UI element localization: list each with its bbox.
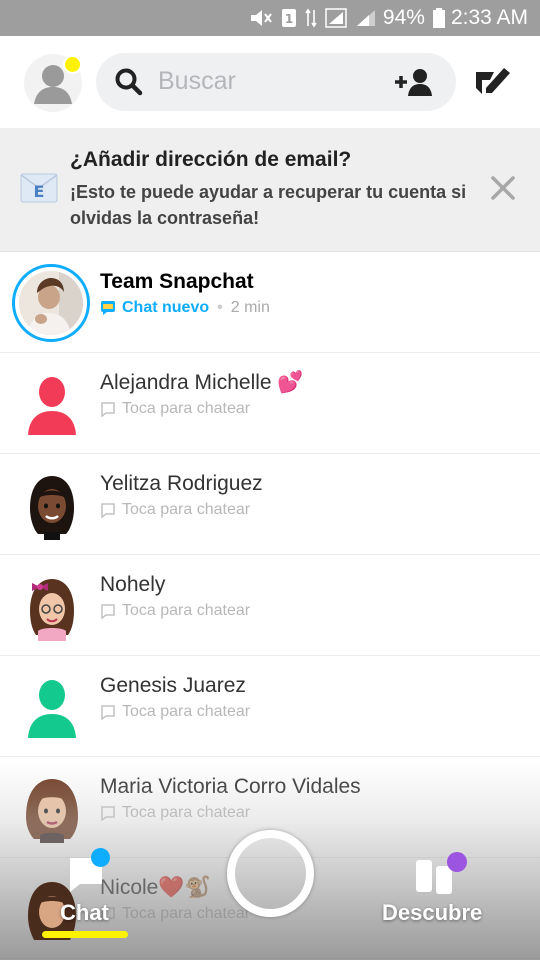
chat-status-label: Toca para chatear — [122, 501, 251, 518]
chat-name: Nohely — [100, 573, 166, 596]
bitmoji-avatar-icon — [26, 779, 78, 843]
chat-bubble-icon — [101, 402, 115, 417]
chat-tab-label: Chat — [60, 900, 109, 925]
chat-status: Toca para chatear — [100, 400, 250, 418]
nav-discover-tab[interactable]: Descubre — [380, 848, 500, 940]
story-photo-icon — [19, 271, 83, 335]
chat-name: Team Snapchat — [100, 270, 254, 293]
new-chat-bubble-icon — [101, 301, 115, 315]
chat-status-label: Toca para chatear — [122, 703, 251, 720]
banner-body: ¡Esto te puede ayudar a recuperar tu cue… — [70, 182, 467, 228]
signal-2-icon — [355, 8, 377, 28]
bitmoji-avatar-icon — [30, 476, 74, 540]
chat-row-team-snapchat[interactable]: Team Snapchat Chat nuevo • 2 min — [0, 252, 540, 353]
search-icon — [115, 68, 143, 96]
search-bar[interactable]: Buscar — [96, 53, 456, 111]
clock: 2:33 AM — [450, 6, 528, 29]
close-icon[interactable] — [490, 175, 516, 201]
chat-bubble-icon — [101, 604, 115, 619]
chat-name: Alejandra Michelle 💕 — [100, 371, 304, 394]
status-bar: 1 94% 2:33 AM — [0, 0, 540, 36]
chat-bubble-icon — [101, 806, 115, 821]
chat-row-genesis[interactable]: Genesis Juarez Toca para chatear — [0, 656, 540, 757]
add-friend-icon[interactable] — [394, 66, 434, 98]
chat-name: Yelitza Rodriguez — [100, 472, 263, 495]
chat-name: Genesis Juarez — [100, 674, 246, 697]
mute-icon — [249, 8, 273, 28]
search-placeholder: Buscar — [158, 67, 236, 95]
chat-row-yelitza[interactable]: Yelitza Rodriguez Toca para chatear — [0, 454, 540, 555]
chat-status: Chat nuevo • 2 min — [100, 299, 270, 317]
silhouette-avatar-red-icon — [28, 377, 76, 435]
chat-name: Maria Victoria Corro Vidales — [100, 775, 361, 798]
story-thumbnail[interactable] — [19, 271, 83, 335]
snapchat-chat-screen: 1 94% 2:33 AM Buscar E ¿Añadir dirección… — [0, 0, 540, 960]
data-arrows-icon — [305, 8, 317, 28]
separator-dot: • — [217, 299, 223, 316]
banner-title: ¿Añadir dirección de email? — [70, 148, 352, 171]
sim-icon: 1 — [281, 8, 297, 28]
email-icon: E — [20, 173, 58, 203]
chat-row-alejandra[interactable]: Alejandra Michelle 💕 Toca para chatear — [0, 353, 540, 454]
active-tab-indicator — [42, 931, 128, 938]
chat-time: 2 min — [230, 299, 270, 316]
signal-1-icon — [325, 8, 347, 28]
discover-badge — [447, 852, 467, 872]
discover-tab-label: Descubre — [382, 900, 483, 925]
chat-status: Toca para chatear — [100, 501, 250, 519]
add-email-banner[interactable]: E ¿Añadir dirección de email? ¡Esto te p… — [0, 128, 540, 252]
camera-capture-button[interactable] — [227, 830, 314, 917]
silhouette-avatar-green-icon — [28, 680, 76, 738]
chat-status-label: Toca para chatear — [122, 602, 251, 619]
bitmoji-avatar-icon — [30, 579, 74, 641]
notification-dot — [63, 55, 82, 74]
chat-bubble-icon — [101, 705, 115, 720]
chat-status-label: Chat nuevo — [122, 299, 210, 316]
chat-row-nohely[interactable]: Nohely Toca para chatear — [0, 555, 540, 656]
top-header: Buscar — [0, 36, 540, 128]
nav-chat-tab[interactable]: Chat — [40, 848, 140, 940]
chat-status: Toca para chatear — [100, 804, 250, 822]
new-chat-icon[interactable] — [472, 64, 512, 102]
chat-status-label: Toca para chatear — [122, 905, 251, 922]
svg-text:E: E — [34, 182, 45, 201]
chat-status: Toca para chatear — [100, 703, 250, 721]
battery-icon — [432, 8, 445, 28]
chat-status-label: Toca para chatear — [122, 400, 251, 417]
chat-bubble-icon — [101, 503, 115, 518]
svg-text:1: 1 — [285, 12, 293, 26]
chat-status: Toca para chatear — [100, 602, 250, 620]
battery-percent: 94% — [382, 6, 425, 29]
chat-badge — [91, 848, 110, 867]
chat-status-label: Toca para chatear — [122, 804, 251, 821]
